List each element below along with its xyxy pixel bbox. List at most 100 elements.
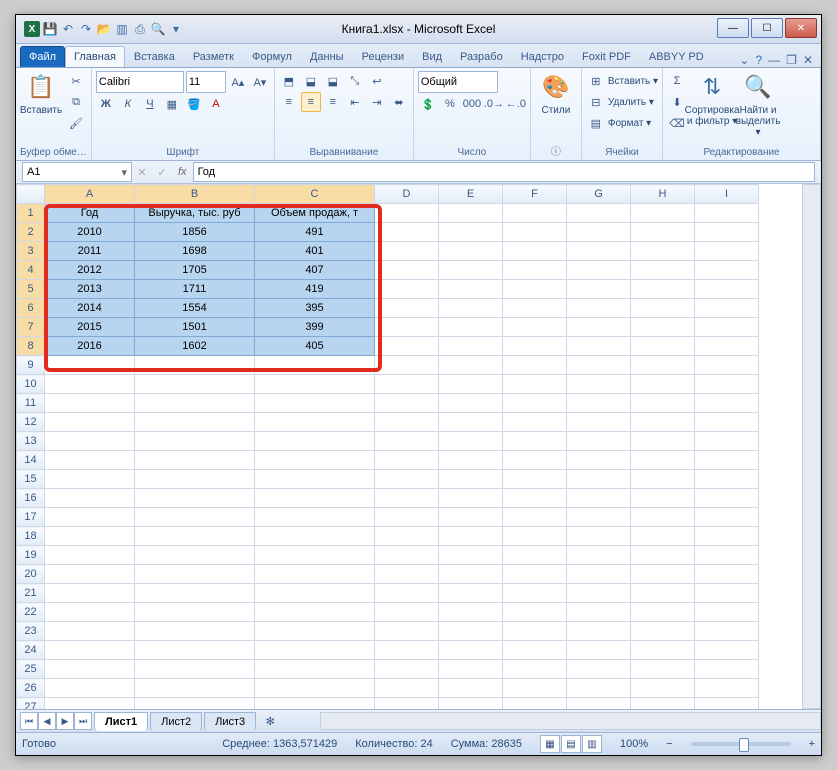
align-top-icon[interactable]: ⬒: [279, 71, 299, 91]
cell-E24[interactable]: [439, 641, 503, 660]
cell-D26[interactable]: [375, 679, 439, 698]
cell-A24[interactable]: [45, 641, 135, 660]
worksheet-grid[interactable]: ABCDEFGHI1ГодВыручка, тыс. рубОбъем прод…: [16, 184, 821, 709]
cell-C7[interactable]: 399: [255, 318, 375, 337]
cell-E14[interactable]: [439, 451, 503, 470]
cell-F19[interactable]: [503, 546, 567, 565]
cell-A16[interactable]: [45, 489, 135, 508]
cell-F24[interactable]: [503, 641, 567, 660]
cell-G8[interactable]: [567, 337, 631, 356]
cell-D2[interactable]: [375, 223, 439, 242]
cell-B14[interactable]: [135, 451, 255, 470]
row-header-8[interactable]: 8: [17, 337, 45, 356]
tab-вид[interactable]: Вид: [413, 46, 451, 67]
cell-D19[interactable]: [375, 546, 439, 565]
col-header-G[interactable]: G: [567, 185, 631, 204]
cell-D9[interactable]: [375, 356, 439, 375]
zoom-in-icon[interactable]: +: [809, 738, 815, 750]
cell-F27[interactable]: [503, 698, 567, 710]
row-header-26[interactable]: 26: [17, 679, 45, 698]
cell-A22[interactable]: [45, 603, 135, 622]
tab-foxit pdf[interactable]: Foxit PDF: [573, 46, 640, 67]
zoom-out-icon[interactable]: −: [666, 738, 672, 750]
cell-C27[interactable]: [255, 698, 375, 710]
cell-G3[interactable]: [567, 242, 631, 261]
cell-I13[interactable]: [695, 432, 759, 451]
cell-G2[interactable]: [567, 223, 631, 242]
cell-E23[interactable]: [439, 622, 503, 641]
col-header-C[interactable]: C: [255, 185, 375, 204]
cell-G27[interactable]: [567, 698, 631, 710]
cell-H26[interactable]: [631, 679, 695, 698]
row-header-7[interactable]: 7: [17, 318, 45, 337]
row-header-20[interactable]: 20: [17, 565, 45, 584]
cell-D23[interactable]: [375, 622, 439, 641]
cell-G18[interactable]: [567, 527, 631, 546]
close-button[interactable]: ✕: [785, 18, 817, 38]
cell-H20[interactable]: [631, 565, 695, 584]
row-header-2[interactable]: 2: [17, 223, 45, 242]
cell-F25[interactable]: [503, 660, 567, 679]
cell-D7[interactable]: [375, 318, 439, 337]
sheet-nav-next-icon[interactable]: ▶: [56, 712, 74, 730]
cell-G5[interactable]: [567, 280, 631, 299]
cell-A6[interactable]: 2014: [45, 299, 135, 318]
cell-I8[interactable]: [695, 337, 759, 356]
minimize-button[interactable]: —: [717, 18, 749, 38]
cell-I24[interactable]: [695, 641, 759, 660]
redo-icon[interactable]: ↷: [78, 21, 94, 37]
cell-G11[interactable]: [567, 394, 631, 413]
cell-I11[interactable]: [695, 394, 759, 413]
italic-icon[interactable]: К: [118, 94, 138, 114]
sheet-nav-prev-icon[interactable]: ◀: [38, 712, 56, 730]
cell-G6[interactable]: [567, 299, 631, 318]
align-right-icon[interactable]: ≡: [323, 92, 343, 112]
cell-H16[interactable]: [631, 489, 695, 508]
cell-G26[interactable]: [567, 679, 631, 698]
cell-H4[interactable]: [631, 261, 695, 280]
mdi-min-icon[interactable]: —: [768, 53, 780, 67]
sort-filter-button[interactable]: ⇅ Сортировка и фильтр ▾: [691, 71, 733, 127]
cell-A3[interactable]: 2011: [45, 242, 135, 261]
cell-E17[interactable]: [439, 508, 503, 527]
cell-G10[interactable]: [567, 375, 631, 394]
cell-D22[interactable]: [375, 603, 439, 622]
cell-F5[interactable]: [503, 280, 567, 299]
cell-I26[interactable]: [695, 679, 759, 698]
sheet-tab-Лист3[interactable]: Лист3: [204, 712, 256, 731]
name-box[interactable]: A1▾: [22, 162, 132, 182]
comma-icon[interactable]: 000: [462, 94, 482, 114]
view-normal-icon[interactable]: ▦: [540, 735, 560, 753]
col-header-D[interactable]: D: [375, 185, 439, 204]
cell-E27[interactable]: [439, 698, 503, 710]
cell-D20[interactable]: [375, 565, 439, 584]
tab-главная[interactable]: Главная: [65, 46, 125, 67]
cell-I21[interactable]: [695, 584, 759, 603]
paste-button[interactable]: 📋 Вставить: [20, 71, 62, 116]
cell-G21[interactable]: [567, 584, 631, 603]
cell-B19[interactable]: [135, 546, 255, 565]
cell-I12[interactable]: [695, 413, 759, 432]
zoom-level[interactable]: 100%: [620, 738, 648, 750]
cell-F15[interactable]: [503, 470, 567, 489]
orientation-icon[interactable]: ⤡: [345, 71, 365, 91]
cell-H25[interactable]: [631, 660, 695, 679]
shrink-font-icon[interactable]: A▾: [250, 72, 270, 92]
cell-E16[interactable]: [439, 489, 503, 508]
cell-E2[interactable]: [439, 223, 503, 242]
sheet-tab-Лист1[interactable]: Лист1: [94, 712, 148, 731]
cell-I2[interactable]: [695, 223, 759, 242]
cell-H15[interactable]: [631, 470, 695, 489]
cell-A13[interactable]: [45, 432, 135, 451]
cell-E7[interactable]: [439, 318, 503, 337]
cell-A14[interactable]: [45, 451, 135, 470]
cell-A4[interactable]: 2012: [45, 261, 135, 280]
row-header-22[interactable]: 22: [17, 603, 45, 622]
cell-G24[interactable]: [567, 641, 631, 660]
cell-F8[interactable]: [503, 337, 567, 356]
cell-B11[interactable]: [135, 394, 255, 413]
cell-H18[interactable]: [631, 527, 695, 546]
cell-B17[interactable]: [135, 508, 255, 527]
cell-C23[interactable]: [255, 622, 375, 641]
cell-B2[interactable]: 1856: [135, 223, 255, 242]
